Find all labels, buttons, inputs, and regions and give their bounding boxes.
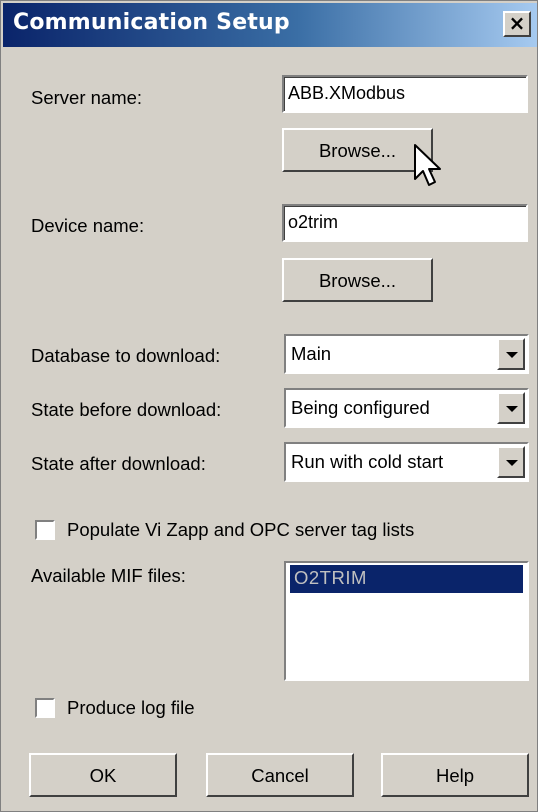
device-browse-button[interactable]: Browse... xyxy=(282,258,433,302)
help-label: Help xyxy=(435,765,475,786)
mif-files-label: Available MIF files: xyxy=(31,565,186,586)
server-name-label: Server name: xyxy=(31,87,143,108)
close-icon: × xyxy=(508,11,526,35)
state-after-select[interactable]: Run with cold start xyxy=(284,442,529,482)
help-button[interactable]: Help xyxy=(381,753,529,797)
chevron-down-icon[interactable] xyxy=(497,338,525,370)
title-bar: Communication Setup × xyxy=(3,3,537,47)
produce-log-checkbox[interactable] xyxy=(35,698,55,718)
device-browse-label: Browse... xyxy=(318,270,397,291)
produce-log-label: Produce log file xyxy=(67,697,195,718)
list-item[interactable]: O2TRIM xyxy=(290,565,523,593)
server-name-field[interactable]: ABB.XModbus xyxy=(282,75,528,113)
ok-button[interactable]: OK xyxy=(29,753,177,797)
ok-label: OK xyxy=(89,765,117,786)
communication-setup-dialog: Communication Setup × Server name: ABB.X… xyxy=(0,0,538,812)
server-browse-label: Browse... xyxy=(318,140,397,161)
state-after-selected-value: Run with cold start xyxy=(291,451,444,472)
device-name-field[interactable]: o2trim xyxy=(282,204,528,242)
database-selected-value: Main xyxy=(291,343,332,364)
database-label: Database to download: xyxy=(31,345,221,366)
close-button[interactable]: × xyxy=(503,11,531,37)
state-before-select[interactable]: Being configured xyxy=(284,388,529,428)
device-name-label: Device name: xyxy=(31,215,145,236)
chevron-down-icon[interactable] xyxy=(497,446,525,478)
populate-label: Populate Vi Zapp and OPC server tag list… xyxy=(67,519,415,540)
cancel-button[interactable]: Cancel xyxy=(206,753,354,797)
mouse-pointer-icon xyxy=(414,144,441,186)
state-before-label: State before download: xyxy=(31,399,222,420)
mif-files-list[interactable]: O2TRIM xyxy=(284,561,529,681)
chevron-down-icon[interactable] xyxy=(497,392,525,424)
window-title: Communication Setup xyxy=(13,10,290,35)
populate-checkbox[interactable] xyxy=(35,520,55,540)
state-after-label: State after download: xyxy=(31,453,206,474)
server-browse-button[interactable]: Browse... xyxy=(282,128,433,172)
database-select[interactable]: Main xyxy=(284,334,529,374)
state-before-selected-value: Being configured xyxy=(291,397,430,418)
cancel-label: Cancel xyxy=(251,765,309,786)
